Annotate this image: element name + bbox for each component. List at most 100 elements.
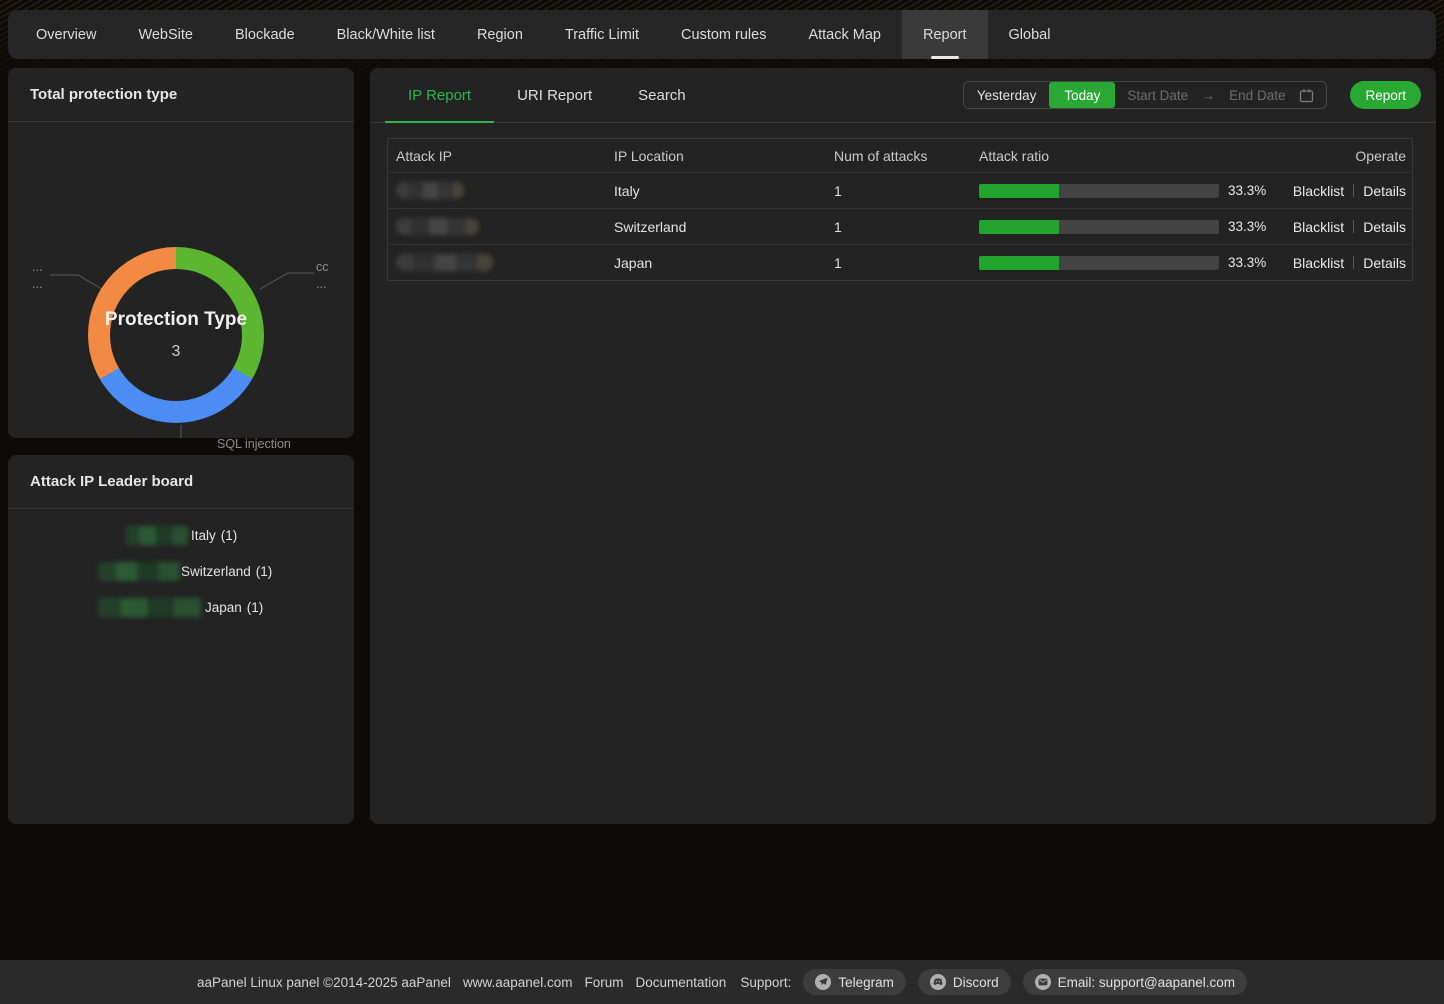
email-label: Email: support@aapanel.com [1058,975,1235,990]
leaderboard-label: Switzerland(1) [181,564,272,579]
redacted-attack-ip [396,254,493,271]
redacted-attack-ip [396,182,464,199]
redacted-attack-ip [396,218,479,235]
ratio-progress-track [979,220,1219,234]
ip-location-cell: Switzerland [606,219,826,235]
email-icon [1035,974,1051,990]
ip-location-cell: Italy [606,183,826,199]
donut-center-text: Protection Type 3 [88,247,264,423]
tab-ip-report[interactable]: IP Report [385,68,494,122]
total-protection-type-card: Total protection type Protection Type 3 … [8,68,354,438]
attack-ratio-cell: 33.3% [971,255,1272,270]
ratio-percent-label: 33.3% [1228,255,1266,270]
count-label: (1) [221,528,238,543]
protection-type-chart-area: Protection Type 3 ... ... cc ... SQL inj… [8,123,354,438]
discord-label: Discord [953,975,999,990]
card-title: Total protection type [8,68,354,122]
today-button[interactable]: Today [1049,82,1115,108]
nav-item-attack-map[interactable]: Attack Map [787,10,902,59]
nav-item-global[interactable]: Global [988,10,1072,59]
donut-center-title: Protection Type [105,309,247,331]
documentation-link[interactable]: Documentation [636,975,727,990]
leaderboard-bar-redacted-ip [98,598,201,617]
telegram-icon [815,974,831,990]
operate-divider [1353,256,1354,269]
report-panel: IP Report URI Report Search Yesterday To… [370,68,1436,824]
nav-item-black-white-list[interactable]: Black/White list [316,10,456,59]
header-operate: Operate [1272,148,1412,164]
leaderboard-label: Japan(1) [205,600,263,615]
table-row: Japan 1 33.3% Blacklist Details [388,244,1412,280]
date-controls: Yesterday Today Start Date → End Date Re… [963,81,1421,109]
details-link[interactable]: Details [1363,183,1406,199]
nav-item-overview[interactable]: Overview [15,10,117,59]
nav-item-report[interactable]: Report [902,10,988,59]
attack-ratio-cell: 33.3% [971,183,1272,198]
nav-item-region[interactable]: Region [456,10,544,59]
ratio-progress-fill [979,220,1059,234]
blacklist-link[interactable]: Blacklist [1293,183,1344,199]
table-row: Italy 1 33.3% Blacklist Details [388,172,1412,208]
report-button[interactable]: Report [1350,81,1421,109]
nav-item-traffic-limit[interactable]: Traffic Limit [544,10,660,59]
ratio-progress-track [979,184,1219,198]
count-label: (1) [247,600,264,615]
num-attacks-cell: 1 [826,219,971,235]
operate-divider [1353,220,1354,233]
ip-location-cell: Japan [606,255,826,271]
nav-item-custom-rules[interactable]: Custom rules [660,10,787,59]
card-title: Attack IP Leader board [8,455,354,509]
country-label: Italy [191,528,216,543]
leaderboard-bar-redacted-ip [126,526,188,545]
donut-callout-left: ... ... [32,259,42,293]
email-button[interactable]: Email: support@aapanel.com [1023,969,1247,995]
ratio-progress-track [979,256,1219,270]
table-header-row: Attack IP IP Location Num of attacks Att… [388,139,1412,172]
nav-item-website[interactable]: WebSite [117,10,214,59]
details-link[interactable]: Details [1363,219,1406,235]
forum-link[interactable]: Forum [585,975,624,990]
telegram-button[interactable]: Telegram [803,969,906,995]
blacklist-link[interactable]: Blacklist [1293,219,1344,235]
callout-label: SQL injection [217,436,301,453]
footer: aaPanel Linux panel ©2014-2025 aaPanel w… [0,960,1444,1004]
start-date-input[interactable]: Start Date [1127,88,1188,103]
top-nav: Overview WebSite Blockade Black/White li… [8,10,1436,59]
date-range-inputs: Start Date → End Date [1115,88,1326,103]
count-label: (1) [256,564,273,579]
blacklist-link[interactable]: Blacklist [1293,255,1344,271]
leaderboard-bar-redacted-ip [98,562,180,581]
leaderboard-label: Italy (1) [191,528,237,543]
ratio-percent-label: 33.3% [1228,219,1266,234]
website-link[interactable]: www.aapanel.com [463,975,573,990]
discord-button[interactable]: Discord [918,969,1011,995]
tab-uri-report[interactable]: URI Report [494,68,615,122]
operate-divider [1353,184,1354,197]
header-ip-location: IP Location [606,148,826,164]
num-attacks-cell: 1 [826,183,971,199]
callout-value: ... [316,276,329,293]
end-date-input[interactable]: End Date [1229,88,1285,103]
num-attacks-cell: 1 [826,255,971,271]
callout-label: ... [32,259,42,276]
details-link[interactable]: Details [1363,255,1406,271]
discord-icon [930,974,946,990]
yesterday-button[interactable]: Yesterday [964,82,1050,108]
attack-ratio-cell: 33.3% [971,219,1272,234]
donut-center-value: 3 [172,343,181,361]
date-range-group: Yesterday Today Start Date → End Date [963,81,1328,109]
callout-label: cc [316,259,329,276]
nav-item-blockade[interactable]: Blockade [214,10,316,59]
header-attack-ratio: Attack ratio [971,148,1272,164]
copyright-text: aaPanel Linux panel ©2014-2025 aaPanel [197,975,451,990]
table-row: Switzerland 1 33.3% Blacklist Details [388,208,1412,244]
attack-ip-leaderboard-card: Attack IP Leader board Italy (1) Switzerl… [8,455,354,824]
tab-search[interactable]: Search [615,68,709,122]
calendar-icon[interactable] [1299,88,1314,103]
date-range-arrow-icon: → [1202,88,1215,103]
ratio-progress-fill [979,184,1059,198]
ratio-progress-fill [979,256,1059,270]
header-num-of-attacks: Num of attacks [826,148,971,164]
ip-report-table: Attack IP IP Location Num of attacks Att… [387,138,1413,281]
header-attack-ip: Attack IP [388,148,606,164]
